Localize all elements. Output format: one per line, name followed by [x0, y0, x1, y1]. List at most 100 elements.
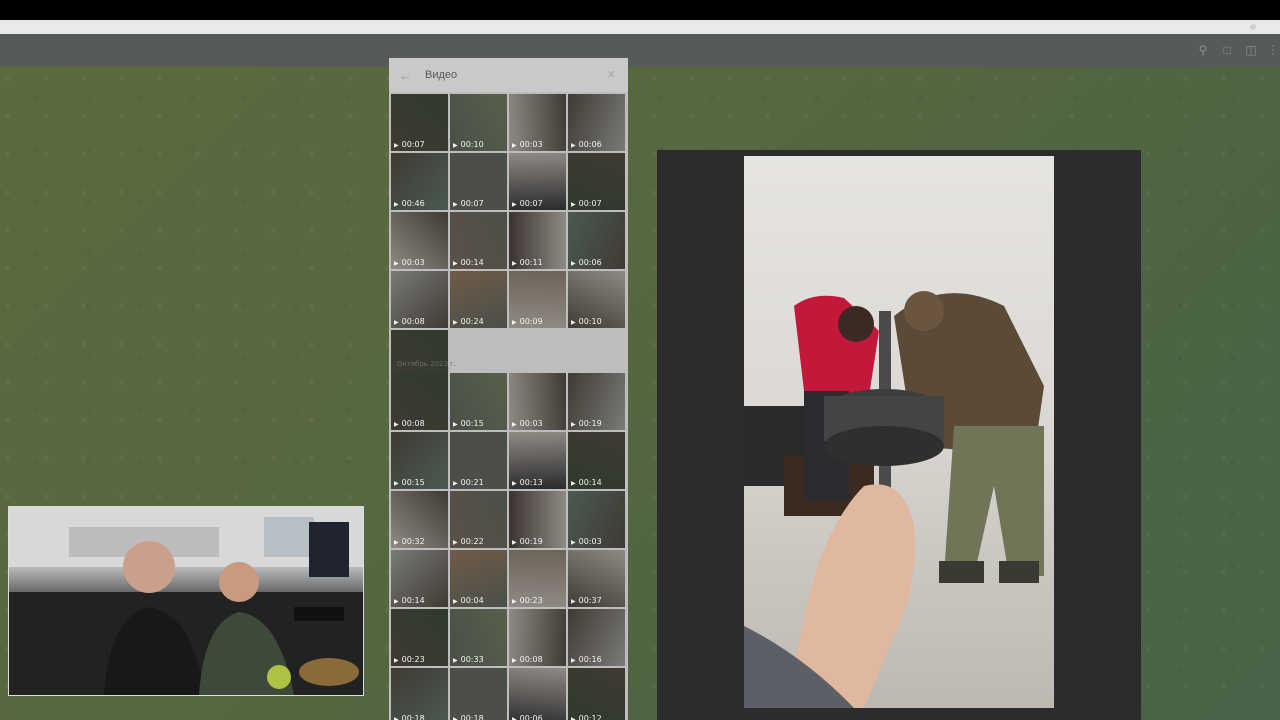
video-duration: 00:08	[394, 317, 425, 326]
video-duration: 00:06	[512, 714, 543, 720]
video-thumbnail[interactable]: 00:13	[509, 432, 566, 489]
video-thumbnail[interactable]: 00:19	[509, 491, 566, 548]
video-duration: 00:11	[512, 258, 543, 267]
media-viewer	[657, 150, 1141, 720]
webcam-overlay	[8, 506, 364, 696]
video-thumbnail[interactable]: 00:33	[450, 609, 507, 666]
video-duration: 00:37	[571, 596, 602, 605]
video-thumbnail[interactable]: 00:08	[509, 609, 566, 666]
window-control-icon[interactable]	[1250, 24, 1256, 30]
video-duration: 00:07	[512, 199, 543, 208]
video-thumbnail[interactable]: 00:21	[450, 432, 507, 489]
video-duration: 00:23	[394, 655, 425, 664]
video-thumbnail[interactable]: 00:32	[391, 491, 448, 548]
video-duration: 00:19	[571, 419, 602, 428]
video-thumbnail[interactable]: 00:15	[450, 373, 507, 430]
video-duration: 00:12	[571, 714, 602, 720]
video-duration: 00:19	[512, 537, 543, 546]
close-icon[interactable]: ✕	[607, 68, 616, 81]
video-duration: 00:07	[453, 199, 484, 208]
video-duration: 00:03	[512, 419, 543, 428]
video-duration: 00:03	[512, 140, 543, 149]
chat-header: ⚲ □ ◫ ⋮	[0, 34, 1280, 67]
video-thumbnail[interactable]: 00:03	[509, 373, 566, 430]
video-duration: 00:24	[453, 317, 484, 326]
panel-header: ← Видео ✕	[389, 58, 628, 92]
month-label: Октябрь 2023 г.	[397, 360, 457, 368]
video-duration: 00:15	[394, 478, 425, 487]
screen-top-bar	[0, 0, 1280, 20]
video-grid-recent: 00:07 00:10 00:03 00:06 00:46 00:07 00:07 00:07…	[391, 94, 627, 387]
video-thumbnail[interactable]: 00:07	[391, 94, 448, 151]
video-duration: 00:03	[571, 537, 602, 546]
video-thumbnail[interactable]: 00:09	[509, 271, 566, 328]
video-thumbnail[interactable]: 00:03	[391, 212, 448, 269]
video-thumbnail[interactable]: 00:16	[568, 609, 625, 666]
video-thumbnail[interactable]: 00:19	[568, 373, 625, 430]
video-duration: 00:32	[394, 537, 425, 546]
video-thumbnail[interactable]: 00:10	[450, 94, 507, 151]
video-frame[interactable]	[744, 156, 1054, 708]
video-thumbnail[interactable]: 00:12	[568, 668, 625, 720]
video-thumbnail[interactable]: 00:14	[450, 212, 507, 269]
video-thumbnail[interactable]: 00:03	[509, 94, 566, 151]
video-duration: 00:08	[512, 655, 543, 664]
video-duration: 00:14	[453, 258, 484, 267]
video-duration: 00:10	[571, 317, 602, 326]
video-duration: 00:18	[394, 714, 425, 720]
video-duration: 00:14	[394, 596, 425, 605]
comments-icon[interactable]: □	[1220, 43, 1234, 57]
video-thumbnail[interactable]: 00:37	[568, 550, 625, 607]
sidebar-icon[interactable]: ◫	[1244, 43, 1258, 57]
search-icon[interactable]: ⚲	[1196, 43, 1210, 57]
panel-title: Видео	[425, 69, 458, 81]
more-icon[interactable]: ⋮	[1266, 43, 1280, 57]
video-thumbnail[interactable]: 00:11	[509, 212, 566, 269]
video-thumbnail[interactable]: 00:07	[568, 153, 625, 210]
shared-media-panel: ← Видео ✕ 00:0700:1000:0300:0600:4600:07…	[389, 58, 628, 720]
video-duration: 00:10	[453, 140, 484, 149]
video-thumbnail[interactable]: 00:08	[391, 271, 448, 328]
video-duration: 00:14	[571, 478, 602, 487]
arrow-left-icon[interactable]: ←	[399, 68, 412, 83]
video-thumbnail[interactable]: 00:07	[450, 153, 507, 210]
video-thumbnail[interactable]: 00:23	[509, 550, 566, 607]
video-thumbnail[interactable]: 00:15	[391, 432, 448, 489]
video-duration: 00:13	[512, 478, 543, 487]
video-thumbnail[interactable]: 00:03	[568, 491, 625, 548]
video-grid-october: 00:08 00:15 00:03 00:19 00:15 00:21 00:13 00:14…	[391, 373, 627, 720]
video-thumbnail[interactable]: 00:04	[450, 550, 507, 607]
video-duration: 00:09	[512, 317, 543, 326]
video-thumbnail[interactable]: 00:18	[391, 668, 448, 720]
video-duration: 00:23	[512, 596, 543, 605]
video-thumbnail[interactable]: 00:08	[391, 373, 448, 430]
video-thumbnail[interactable]: 00:24	[450, 271, 507, 328]
video-duration: 00:22	[453, 537, 484, 546]
video-thumbnail[interactable]: 00:18	[450, 668, 507, 720]
video-thumbnail[interactable]: 00:10	[568, 271, 625, 328]
video-thumbnail[interactable]: 00:22	[450, 491, 507, 548]
video-thumbnail[interactable]: 00:07	[509, 153, 566, 210]
video-duration: 00:46	[394, 199, 425, 208]
video-thumbnail[interactable]: 00:06	[509, 668, 566, 720]
video-thumbnail[interactable]: 00:14	[391, 550, 448, 607]
video-thumbnail[interactable]: 00:23	[391, 609, 448, 666]
video-duration: 00:08	[394, 419, 425, 428]
video-duration: 00:16	[571, 655, 602, 664]
video-duration: 00:04	[453, 596, 484, 605]
video-thumbnail[interactable]: 00:06	[568, 94, 625, 151]
video-thumbnail[interactable]: 00:06	[568, 212, 625, 269]
video-thumbnail[interactable]: 00:46	[391, 153, 448, 210]
video-content-image	[744, 291, 1044, 708]
video-duration: 00:06	[571, 258, 602, 267]
video-duration: 00:21	[453, 478, 484, 487]
video-thumbnail[interactable]: 00:14	[568, 432, 625, 489]
video-duration: 00:06	[571, 140, 602, 149]
video-duration: 00:07	[571, 199, 602, 208]
video-duration: 00:03	[394, 258, 425, 267]
video-duration: 00:15	[453, 419, 484, 428]
video-duration: 00:33	[453, 655, 484, 664]
video-duration: 00:18	[453, 714, 484, 720]
window-title-bar	[0, 20, 1280, 34]
video-duration: 00:07	[394, 140, 425, 149]
